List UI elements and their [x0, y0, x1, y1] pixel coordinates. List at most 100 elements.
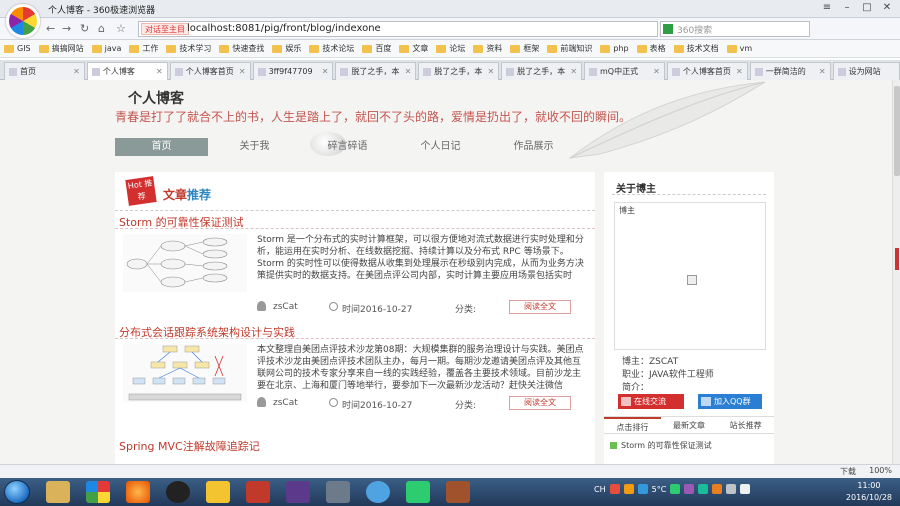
- qq-taskbar-icon[interactable]: [166, 481, 190, 503]
- tray-icon[interactable]: [623, 484, 634, 494]
- system-clock[interactable]: 11:00 2016/10/28: [846, 480, 892, 504]
- browser-taskbar-icon[interactable]: [86, 481, 110, 503]
- bookmark-item[interactable]: 技术论坛: [309, 43, 354, 54]
- home-icon[interactable]: ⌂: [98, 22, 105, 35]
- tab-close-icon[interactable]: ✕: [570, 64, 577, 80]
- maximize-icon[interactable]: □: [858, 1, 876, 15]
- tab-close-icon[interactable]: ✕: [819, 64, 826, 80]
- tab-close-icon[interactable]: ✕: [487, 64, 494, 80]
- start-button[interactable]: [4, 480, 30, 504]
- address-tag[interactable]: 对话至主目: [141, 23, 189, 35]
- article-list-panel: Hot 推荐 文章推荐 Storm 的可靠性保证测试 Storm 是一个分布式的…: [115, 172, 595, 464]
- tab-click-ranking[interactable]: 点击排行: [604, 417, 661, 433]
- firefox-icon[interactable]: [126, 481, 150, 503]
- browser-tab[interactable]: 个人博客首页 ✕: [169, 62, 251, 80]
- input-language[interactable]: CH: [594, 485, 606, 494]
- bookmark-item[interactable]: 框架: [510, 43, 539, 54]
- wechat-icon[interactable]: [406, 481, 430, 503]
- browser-logo-icon[interactable]: [6, 4, 40, 38]
- menu-item-diary[interactable]: 个人日记: [394, 138, 487, 156]
- bookmark-item[interactable]: 资料: [473, 43, 502, 54]
- bookmark-item[interactable]: 前端知识: [547, 43, 592, 54]
- tray-icon[interactable]: [712, 484, 723, 494]
- online-chat-button[interactable]: 在线交流: [618, 394, 684, 409]
- list-item[interactable]: Storm 的可靠性保证测试: [610, 440, 712, 451]
- menu-item-works[interactable]: 作品展示: [487, 138, 580, 156]
- tab-latest-articles[interactable]: 最新文章: [661, 417, 718, 433]
- bookmark-item[interactable]: java: [91, 44, 121, 53]
- app-icon[interactable]: [366, 481, 390, 503]
- tray-icon[interactable]: [684, 484, 695, 494]
- back-icon[interactable]: ←: [46, 22, 55, 35]
- bookmark-item[interactable]: 娱乐: [272, 43, 301, 54]
- bookmark-item[interactable]: 文章: [399, 43, 428, 54]
- minimize-icon[interactable]: –: [838, 1, 856, 15]
- browser-tab[interactable]: 一群简洁的 ✕: [749, 62, 831, 80]
- article-thumbnail[interactable]: [123, 234, 247, 292]
- bookmark-item[interactable]: 搞搞网站: [38, 43, 84, 54]
- volume-icon[interactable]: [740, 484, 751, 494]
- tab-close-icon[interactable]: ✕: [405, 64, 412, 80]
- bookmark-item[interactable]: 百度: [362, 43, 391, 54]
- join-qq-group-button[interactable]: 加入QQ群: [698, 394, 762, 409]
- app-icon[interactable]: [286, 481, 310, 503]
- menu-item-about[interactable]: 关于我: [208, 138, 301, 156]
- browser-tab[interactable]: 设为网站: [832, 62, 900, 80]
- zoom-level[interactable]: 100%: [869, 466, 892, 475]
- menu-item-notes[interactable]: 碎言碎语: [301, 138, 394, 156]
- app-icon[interactable]: [246, 481, 270, 503]
- network-icon[interactable]: [726, 484, 737, 494]
- app-icon[interactable]: [446, 481, 470, 503]
- app-icon[interactable]: [206, 481, 230, 503]
- read-more-button[interactable]: 阅读全文: [509, 300, 571, 314]
- tray-icon[interactable]: [670, 484, 681, 494]
- address-url[interactable]: localhost:8081/pig/front/blog/indexone: [187, 23, 381, 34]
- weather-temp[interactable]: 5°C: [652, 485, 667, 494]
- folder-icon: [219, 44, 230, 53]
- forward-icon[interactable]: →: [62, 22, 71, 35]
- tray-icon[interactable]: [609, 484, 620, 494]
- page-scrollbar[interactable]: [892, 80, 900, 464]
- bookmark-item[interactable]: 表格: [636, 43, 666, 54]
- browser-tab[interactable]: 脱了之手，本 ✕: [418, 62, 500, 80]
- address-bar[interactable]: 对话至主目 localhost:8081/pig/front/blog/inde…: [138, 21, 658, 37]
- mail-icon: [621, 397, 631, 406]
- browser-tab[interactable]: 首页 ✕: [4, 62, 85, 80]
- tab-close-icon[interactable]: ✕: [239, 64, 246, 80]
- bookmark-item[interactable]: 技术学习: [166, 43, 211, 54]
- browser-tab[interactable]: 个人博客首页 ✕: [666, 62, 748, 80]
- article-thumbnail[interactable]: [123, 344, 247, 402]
- bookmark-item[interactable]: 技术文档: [673, 43, 719, 54]
- tab-close-icon[interactable]: ✕: [736, 64, 743, 80]
- menu-item-home[interactable]: 首页: [115, 138, 208, 156]
- tab-recommended[interactable]: 站长推荐: [717, 417, 774, 433]
- menu-icon[interactable]: ≡: [818, 1, 836, 15]
- browser-tab[interactable]: mQ中正式 ✕: [584, 62, 665, 80]
- scrollbar-thumb[interactable]: [894, 86, 900, 176]
- tab-close-icon[interactable]: ✕: [156, 64, 163, 80]
- bookmark-item[interactable]: GIS: [4, 44, 31, 53]
- refresh-icon[interactable]: ↻: [80, 22, 89, 35]
- browser-tab[interactable]: 脱了之手，本 ✕: [335, 62, 417, 80]
- browser-tab-active[interactable]: 个人博客 ✕: [86, 62, 168, 80]
- tab-close-icon[interactable]: ✕: [653, 64, 660, 80]
- tab-close-icon[interactable]: ✕: [322, 64, 329, 80]
- article-title[interactable]: Spring MVC注解故障追踪记: [119, 438, 260, 454]
- tray-icon[interactable]: [637, 484, 648, 494]
- bookmark-item[interactable]: 快速查找: [219, 43, 264, 54]
- download-button[interactable]: 下载: [840, 466, 856, 477]
- bookmark-item[interactable]: 工作: [129, 43, 158, 54]
- tray-icon[interactable]: [698, 484, 709, 494]
- explorer-icon[interactable]: [46, 481, 70, 503]
- bookmark-item[interactable]: vm: [726, 44, 752, 53]
- star-icon[interactable]: ☆: [116, 22, 126, 35]
- app-icon[interactable]: [326, 481, 350, 503]
- read-more-button[interactable]: 阅读全文: [509, 396, 571, 410]
- browser-tab[interactable]: 脱了之手，本 ✕: [501, 62, 583, 80]
- bookmark-item[interactable]: php: [600, 44, 629, 53]
- close-icon[interactable]: ✕: [878, 1, 896, 15]
- tab-close-icon[interactable]: ✕: [73, 64, 80, 80]
- browser-tab[interactable]: 3ff9f47709 ✕: [252, 62, 334, 80]
- search-input[interactable]: 360搜索: [660, 21, 810, 37]
- bookmark-item[interactable]: 论坛: [436, 43, 465, 54]
